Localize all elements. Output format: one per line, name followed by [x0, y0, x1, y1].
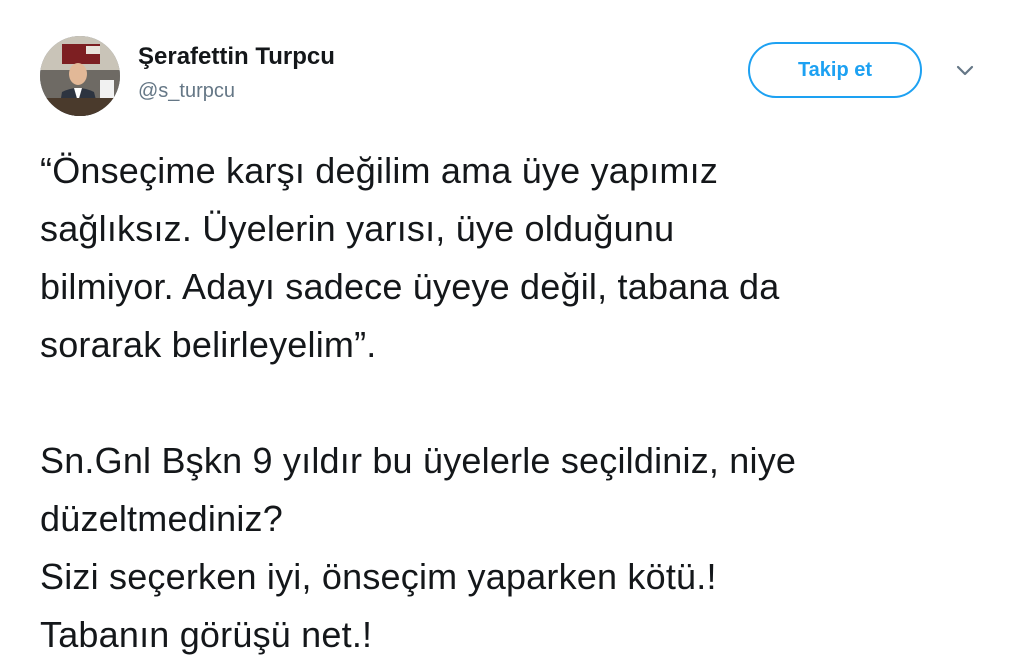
tweet-line: düzeltmediniz? [40, 498, 283, 539]
follow-button[interactable]: Takip et [748, 42, 922, 98]
profile-photo-icon [40, 36, 120, 116]
more-options-button[interactable] [952, 58, 978, 84]
tweet-line: Sn.Gnl Bşkn 9 yıldır bu üyelerle seçildi… [40, 440, 797, 481]
paragraph-break [40, 374, 1000, 432]
tweet-header: Şerafettin Turpcu @s_turpcu Takip et [40, 36, 1000, 116]
tweet-line: “Önseçime karşı değilim ama üye yapımız [40, 150, 719, 191]
tweet-line: bilmiyor. Adayı sadece üyeye değil, taba… [40, 266, 780, 307]
user-names: Şerafettin Turpcu @s_turpcu [138, 42, 335, 104]
chevron-down-icon [956, 65, 974, 76]
avatar[interactable] [40, 36, 120, 116]
tweet-text: “Önseçime karşı değilim ama üye yapımız … [40, 142, 1000, 664]
tweet-line: sorarak belirleyelim”. [40, 324, 377, 365]
tweet-line: Sizi seçerken iyi, önseçim yaparken kötü… [40, 556, 717, 597]
tweet-line: sağlıksız. Üyelerin yarısı, üye olduğunu [40, 208, 675, 249]
user-handle[interactable]: @s_turpcu [138, 78, 335, 104]
display-name[interactable]: Şerafettin Turpcu [138, 42, 335, 72]
tweet-line: Tabanın görüşü net.! [40, 614, 373, 655]
